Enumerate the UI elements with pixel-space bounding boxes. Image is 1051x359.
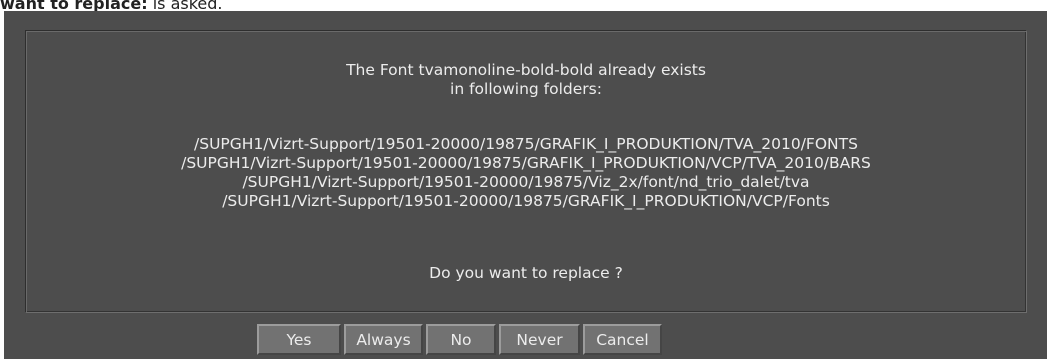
replace-font-dialog: The Font tvamonoline-bold-bold already e… (4, 11, 1047, 359)
message-panel: The Font tvamonoline-bold-bold already e… (25, 30, 1027, 313)
message-line: The Font tvamonoline-bold-bold already e… (346, 61, 706, 79)
no-button[interactable]: No (426, 324, 496, 355)
replace-question: Do you want to replace ? (429, 264, 623, 282)
message-header: The Font tvamonoline-bold-bold already e… (26, 61, 1026, 99)
message-line: in following folders: (450, 80, 602, 98)
folder-path: /SUPGH1/Vizrt-Support/19501-20000/19875/… (194, 135, 858, 153)
yes-button[interactable]: Yes (257, 324, 341, 355)
always-button[interactable]: Always (344, 324, 423, 355)
folder-path: /SUPGH1/Vizrt-Support/19501-20000/19875/… (222, 192, 830, 210)
never-button[interactable]: Never (499, 324, 580, 355)
folder-path-list: /SUPGH1/Vizrt-Support/19501-20000/19875/… (26, 135, 1026, 211)
folder-path: /SUPGH1/Vizrt-Support/19501-20000/19875/… (242, 173, 810, 191)
cancel-button[interactable]: Cancel (583, 324, 662, 355)
button-bar: Yes Always No Never Cancel (257, 324, 662, 355)
folder-path: /SUPGH1/Vizrt-Support/19501-20000/19875/… (181, 154, 871, 172)
